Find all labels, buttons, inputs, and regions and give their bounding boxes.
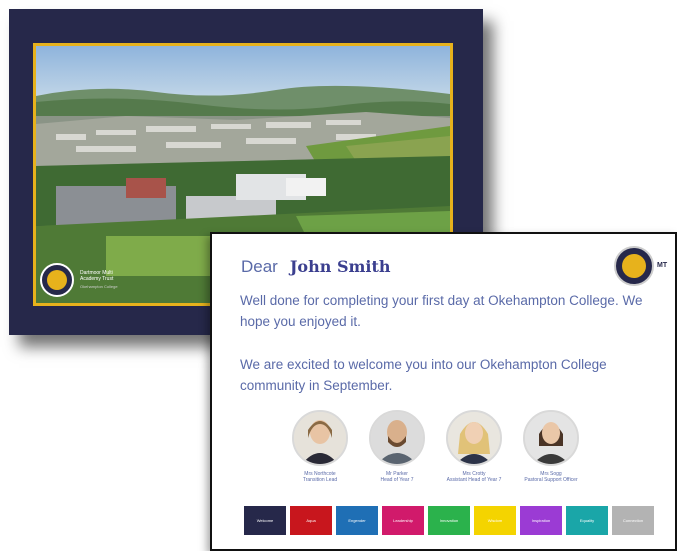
staff-member: Mrs Crotty Assistant Head of Year 7 (444, 410, 504, 483)
school-logo: Dartmoor Multi Academy Trust Okehampton … (40, 263, 124, 297)
value-tile: Wisdom (474, 506, 516, 535)
crest-icon (40, 263, 74, 297)
staff-role: Transition Lead (302, 477, 338, 483)
crest-icon (614, 246, 654, 286)
staff-portrait (292, 410, 348, 466)
staff-portrait (369, 410, 425, 466)
staff-list: Mrs Northcote Transition Lead Mr Parker … (290, 410, 581, 483)
trust-name: Dartmoor Multi Academy Trust Okehampton … (80, 270, 118, 289)
welcome-message-1: Well done for completing your first day … (240, 293, 643, 329)
staff-member: Mrs Sogg Pastoral Support Officer (521, 410, 581, 483)
value-tile: Equality (566, 506, 608, 535)
staff-member: Mrs Northcote Transition Lead (290, 410, 350, 483)
recipient-name: John Smith (289, 257, 391, 276)
value-tile: Connection (612, 506, 654, 535)
value-tile: Innovation (428, 506, 470, 535)
value-tile: Inspiration (520, 506, 562, 535)
value-tile: Engender (336, 506, 378, 535)
staff-portrait (523, 410, 579, 466)
greeting-line: Dear John Smith (241, 257, 391, 277)
staff-role: Assistant Head of Year 7 (446, 477, 502, 483)
staff-member: Mr Parker Head of Year 7 (367, 410, 427, 483)
greeting-word: Dear (241, 257, 278, 276)
college-logo: MT (614, 246, 667, 286)
staff-portrait (446, 410, 502, 466)
welcome-letter-card: Dear John Smith MT Well done for completi… (210, 232, 677, 551)
staff-role: Head of Year 7 (380, 477, 414, 483)
value-tile: Aqua (290, 506, 332, 535)
staff-role: Pastoral Support Officer (524, 477, 578, 483)
value-tile: Leadership (382, 506, 424, 535)
value-tile: Welcome (244, 506, 286, 535)
logo-text: MT (657, 262, 668, 269)
welcome-message-2: We are excited to welcome you into our O… (240, 357, 607, 393)
values-tiles: Welcome Aqua Engender Leadership Innovation W… (244, 506, 654, 535)
